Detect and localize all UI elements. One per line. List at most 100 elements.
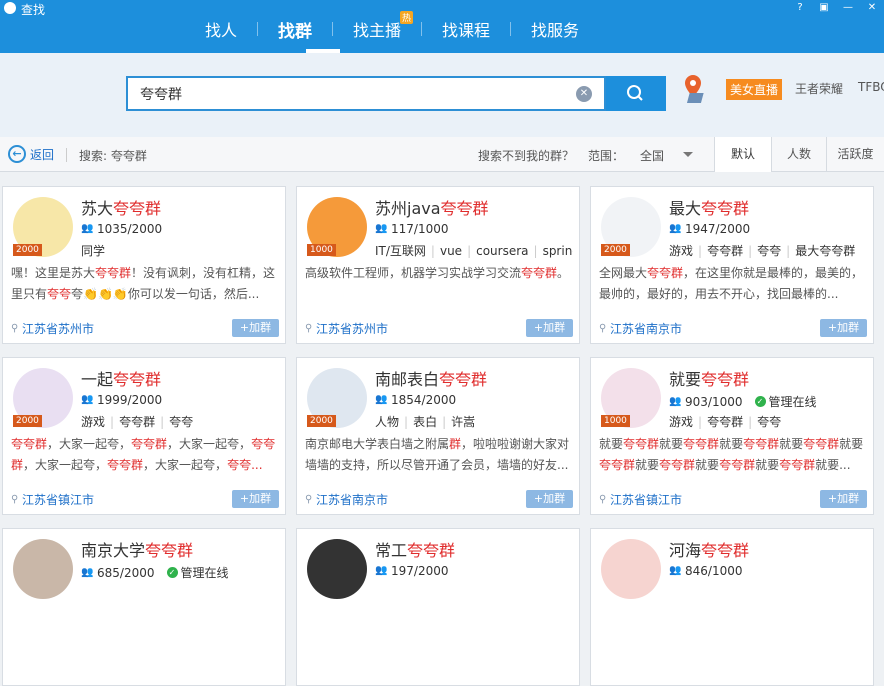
sort-activity[interactable]: 活跃度 <box>826 137 884 172</box>
group-card[interactable]: 河海夸夸群 👥 846/1000 <box>590 528 874 686</box>
group-tags: IT/互联网 | vue | coursera | spring... <box>375 242 573 259</box>
description-segment: 夸夸群 <box>623 437 660 451</box>
group-name[interactable]: 最大夸夸群 <box>669 195 749 219</box>
check-icon: ✓ <box>166 567 178 578</box>
admin-online: ✓ 管理在线 <box>754 393 817 410</box>
search-input[interactable] <box>128 78 604 109</box>
group-name-highlight: 夸夸群 <box>113 370 162 389</box>
description-segment: 夸夸群 <box>131 437 168 451</box>
location-pin-icon[interactable] <box>683 73 711 105</box>
group-card[interactable]: 2000 最大夸夸群 👥 1947/2000 游戏 | 夸夸群 | 夸夸 | 最大夸夸群 全网最大夸夸… <box>590 186 874 344</box>
join-group-button[interactable]: +加群 <box>820 490 867 508</box>
location-icon: ⚲ <box>305 322 313 334</box>
group-description: 全网最大夸夸群，在这里你就是最棒的，最美的，最帅的，最好的，用去不开心，找回最棒… <box>599 263 869 305</box>
group-card[interactable]: 2000 一起夸夸群 👥 1999/2000 游戏 | 夸夸群 | 夸夸 夸夸群，大家一起夸，夸夸… <box>2 357 286 515</box>
group-card[interactable]: 1000 苏州java夸夸群 👥 117/1000 IT/互联网 | vue | courser… <box>296 186 580 344</box>
group-name[interactable]: 就要夸夸群 <box>669 366 749 390</box>
group-name[interactable]: 苏州java夸夸群 <box>375 195 489 219</box>
member-count: 197/2000 <box>391 564 449 578</box>
member-count: 1947/2000 <box>685 222 751 236</box>
group-card[interactable]: 1000 就要夸夸群 👥 903/1000 ✓ 管理在线 游戏 | 夸夸群 | 夸夸 就要夸夸群就要夸… <box>590 357 874 515</box>
group-location: ⚲ 江苏省镇江市 <box>599 491 682 508</box>
divider <box>66 148 67 162</box>
description-segment: 就要 <box>659 437 684 451</box>
group-tag: 最大夸夸群 <box>795 244 856 258</box>
group-name[interactable]: 南邮表白夸夸群 <box>375 366 487 390</box>
description-segment: 夸夸 <box>47 287 72 301</box>
group-name[interactable]: 一起夸夸群 <box>81 366 161 390</box>
minimize-icon[interactable]: — <box>842 2 854 14</box>
clear-icon[interactable]: ✕ <box>576 86 592 102</box>
group-tag: 夸夸群 <box>119 415 156 429</box>
sort-members[interactable]: 人数 <box>771 137 826 172</box>
people-icon: 👥 <box>375 565 388 576</box>
range-label: 范围： <box>588 149 625 163</box>
sort-default[interactable]: 默认 <box>714 137 771 172</box>
capacity-badge: 1000 <box>307 244 336 256</box>
back-button[interactable]: ← 返回 <box>8 145 54 163</box>
tab-find-people[interactable]: 找人 <box>185 17 257 41</box>
group-avatar[interactable] <box>13 539 73 599</box>
description-segment: 夸夸群 <box>743 437 780 451</box>
group-avatar[interactable] <box>601 539 661 599</box>
people-icon: 👥 <box>81 566 94 578</box>
tab-find-services[interactable]: 找服务 <box>511 17 599 41</box>
hot-search-live[interactable]: 美女直播 <box>726 79 783 100</box>
group-name[interactable]: 常工夸夸群 <box>375 537 455 561</box>
notfound-link[interactable]: 搜索不到我的群？ <box>478 147 574 164</box>
group-name-text: 一起 <box>81 370 114 389</box>
search-area: ✕ 美女直播 王者荣耀 TFBO <box>0 53 884 137</box>
member-count-row: 👥 1947/2000 <box>669 222 750 236</box>
description-segment: 夸夸... <box>227 458 263 472</box>
feedback-icon[interactable]: ? <box>794 2 806 14</box>
description-segment: 夸夸群 <box>95 266 132 280</box>
people-icon: 👥 <box>669 565 682 576</box>
description-segment: 夸夸群 <box>11 437 48 451</box>
group-name-text: 河海 <box>669 541 702 560</box>
join-group-button[interactable]: +加群 <box>526 490 573 508</box>
group-card[interactable]: 常工夸夸群 👥 197/2000 <box>296 528 580 686</box>
group-tag: 夸夸 <box>757 244 782 258</box>
member-count: 846/1000 <box>685 564 743 578</box>
group-card[interactable]: 2000 南邮表白夸夸群 👥 1854/2000 人物 | 表白 | 许嵩 南京邮电大学表白墙之附… <box>296 357 580 515</box>
group-tag: spring... <box>542 244 573 258</box>
location-text: 江苏省苏州市 <box>22 322 95 336</box>
description-segment: 就要 <box>839 437 864 451</box>
member-count: 1854/2000 <box>391 393 457 407</box>
join-group-button[interactable]: +加群 <box>232 490 279 508</box>
group-avatar[interactable] <box>307 539 367 599</box>
member-count-row: 👥 1999/2000 <box>81 393 162 407</box>
close-icon[interactable]: ✕ <box>866 2 878 14</box>
people-icon: 👥 <box>669 223 682 234</box>
hot-search-tfboys[interactable]: TFBO <box>858 80 884 94</box>
qq-logo-icon <box>4 2 16 14</box>
tag-divider: | <box>404 415 409 429</box>
chevron-down-icon[interactable] <box>683 152 693 157</box>
member-count: 903/1000 <box>685 394 743 409</box>
group-name-highlight: 夸夸群 <box>701 199 750 218</box>
description-segment: 夸夸群 <box>107 458 144 472</box>
group-name[interactable]: 河海夸夸群 <box>669 537 749 561</box>
group-name[interactable]: 南京大学夸夸群 <box>81 537 193 561</box>
people-icon: 👥 <box>81 394 94 405</box>
join-group-button[interactable]: +加群 <box>820 319 867 337</box>
tab-find-groups[interactable]: 找群 <box>258 17 332 42</box>
tab-find-courses[interactable]: 找课程 <box>422 17 510 41</box>
tab-find-streamers[interactable]: 找主播热 <box>333 11 421 41</box>
capacity-badge: 2000 <box>601 244 630 256</box>
group-card[interactable]: 南京大学夸夸群 👥 685/2000 ✓ 管理在线 <box>2 528 286 686</box>
group-tag: 人物 <box>375 415 400 429</box>
search-button[interactable] <box>606 76 666 111</box>
lock-icon[interactable]: ▣ <box>818 2 830 14</box>
group-name[interactable]: 苏大夸夸群 <box>81 195 161 219</box>
group-location: ⚲ 江苏省南京市 <box>305 491 388 508</box>
location-text: 江苏省南京市 <box>610 322 683 336</box>
hot-search-kings[interactable]: 王者荣耀 <box>795 80 843 97</box>
group-tag: 同学 <box>81 244 106 258</box>
group-card[interactable]: 2000 苏大夸夸群 👥 1035/2000 同学 嘿！这里是苏大夸夸群！没有讽刺，没有杠… <box>2 186 286 344</box>
range-select[interactable]: 全国 <box>640 147 664 164</box>
member-count: 1035/2000 <box>97 222 163 236</box>
join-group-button[interactable]: +加群 <box>526 319 573 337</box>
description-segment: 夸夸群 <box>647 266 684 280</box>
join-group-button[interactable]: +加群 <box>232 319 279 337</box>
